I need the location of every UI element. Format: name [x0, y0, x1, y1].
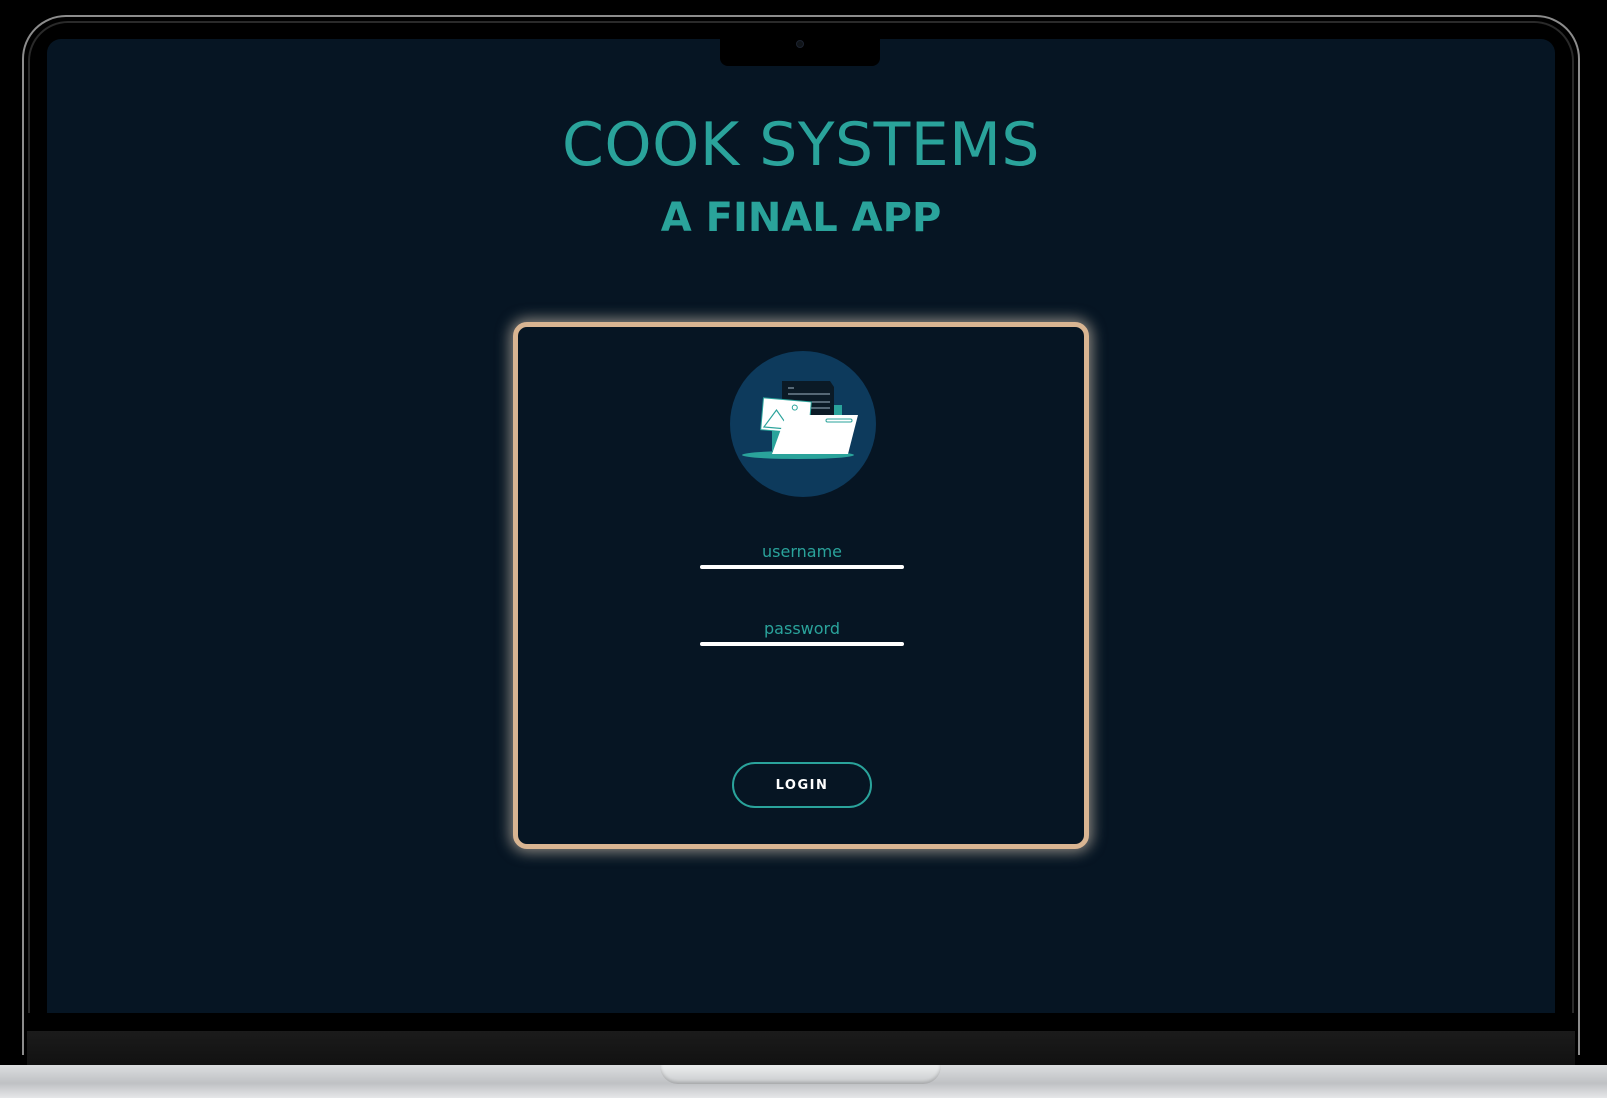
app-subtitle: A FINAL APP [660, 195, 942, 241]
folder-documents-icon [730, 351, 876, 497]
password-field-wrapper [700, 614, 904, 646]
laptop-lid-notch [660, 1065, 941, 1084]
camera-icon [796, 40, 804, 48]
app-title: COOK SYSTEMS [561, 110, 1040, 180]
password-underline [700, 642, 904, 646]
username-input[interactable] [700, 537, 904, 565]
login-card: LOGIN [513, 322, 1089, 849]
username-underline [700, 565, 904, 569]
app-screen: COOK SYSTEMS A FINAL APP username LOGIN [47, 39, 1555, 1013]
password-input[interactable] [700, 614, 904, 642]
folder-illustration [742, 381, 858, 459]
login-button[interactable]: LOGIN [732, 762, 872, 808]
screen-bottom-bezel [27, 1013, 1575, 1031]
laptop-hinge [27, 1031, 1575, 1067]
camera-notch [720, 39, 880, 66]
username-field-wrapper [700, 537, 904, 569]
